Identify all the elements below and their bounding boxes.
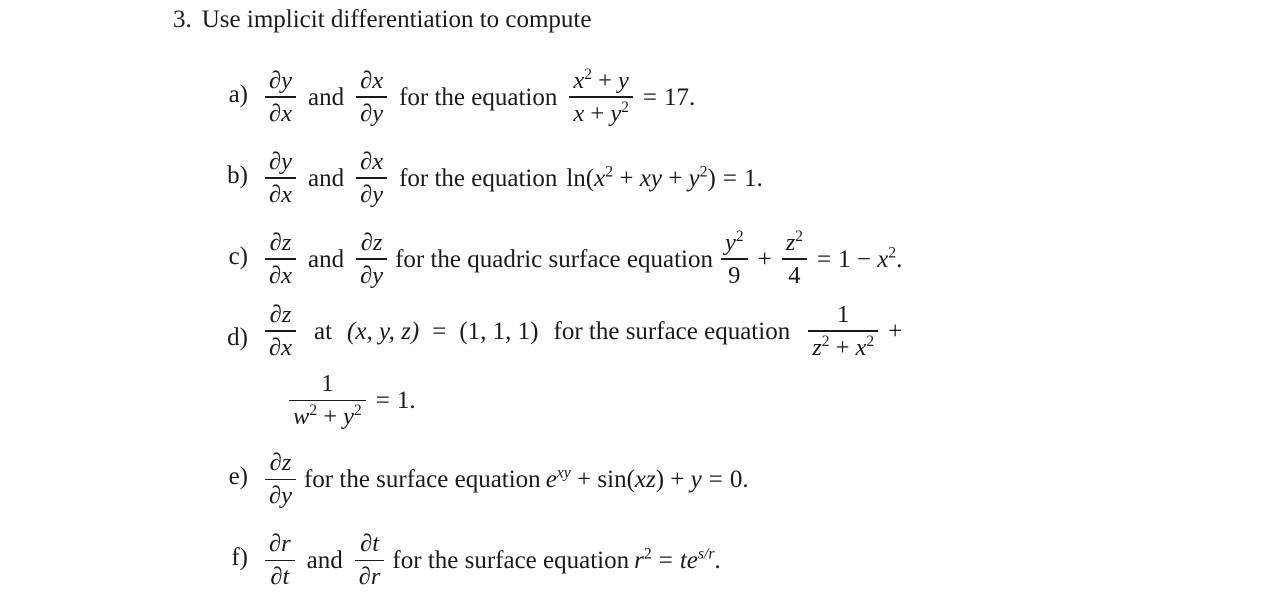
fraction-bar xyxy=(289,399,366,402)
fraction-numerator: x2 + y xyxy=(573,65,629,94)
fraction-bar xyxy=(265,330,296,333)
part-body-a: ∂y ∂x and ∂x ∂y for the equation x2 + y … xyxy=(262,58,1284,136)
fraction-denominator: w2 + y2 xyxy=(293,402,362,431)
fraction-bar xyxy=(354,559,385,562)
connector-at: at xyxy=(313,317,333,345)
fraction-denominator: x + y2 xyxy=(573,98,629,127)
equation-lhs-b: ln(x2 + xy + y2) xyxy=(566,163,716,192)
part-d-continuation-line: 1 w2 + y2 = 1. xyxy=(262,363,1284,437)
problem-heading: 3. Use implicit differentiation to comput… xyxy=(173,6,591,35)
point-value: (1, 1, 1) xyxy=(459,317,539,345)
plus-sign: + xyxy=(888,317,903,345)
connector-for-the-surface-equation: for the surface equation xyxy=(303,465,541,493)
problem-part-c: c) ∂z ∂x and ∂z ∂y for the quadric surfa… xyxy=(0,220,1284,298)
problem-statement: Use implicit differentiation to compute xyxy=(201,6,592,33)
fraction-numerator: y2 xyxy=(725,227,744,256)
problem-part-d: d) ∂z ∂x at (x, y, z) = (1, 1, 1) for th… xyxy=(0,301,1284,437)
part-body-d: ∂z ∂x at (x, y, z) = (1, 1, 1) for the s… xyxy=(262,301,1284,437)
fraction-denominator: 9 xyxy=(728,261,741,289)
fraction-bar xyxy=(356,258,388,260)
fraction-numerator: 1 xyxy=(321,370,334,398)
equation-rhs-a: 17. xyxy=(664,83,696,111)
part-label-b: b) xyxy=(227,162,248,189)
equals-sign: = xyxy=(722,164,737,192)
fraction-bar xyxy=(265,177,296,179)
connector-and: and xyxy=(307,164,345,192)
fraction-numerator: z2 xyxy=(785,227,803,256)
fraction-bar xyxy=(808,330,879,333)
derivative-dz-dy: ∂z ∂y xyxy=(356,229,388,289)
part-label-c: c) xyxy=(228,243,248,270)
problem-part-e: e) ∂z ∂y for the surface equation exy + … xyxy=(0,440,1284,518)
connector-and: and xyxy=(307,83,345,111)
part-label-d: d) xyxy=(227,324,248,351)
plus-sign: + xyxy=(757,245,772,273)
part-label-e: e) xyxy=(228,463,248,491)
fraction-bar xyxy=(265,478,296,481)
equation-fraction-a: x2 + y x + y2 xyxy=(569,65,633,127)
connector-for-the-quadric-surface-equation: for the quadric surface equation xyxy=(395,245,713,273)
problem-parts-list: a) ∂y ∂x and ∂x ∂y for the equation x2 +… xyxy=(0,58,1284,602)
connector-for-the-equation: for the equation xyxy=(399,83,558,111)
fraction-bar xyxy=(781,258,807,260)
equals-sign: = xyxy=(816,245,832,273)
problem-part-f: f) ∂r ∂t and ∂t ∂r for the surface equat… xyxy=(0,521,1284,599)
fraction-bar xyxy=(356,96,388,98)
part-label-a: a) xyxy=(228,81,248,108)
equation-term-z2-over-4: z2 4 xyxy=(781,227,807,289)
fraction-denominator: 4 xyxy=(788,261,801,289)
equation-term-1-over-z2-plus-x2: 1 z2 + x2 xyxy=(808,301,879,362)
problem-number: 3. xyxy=(173,6,192,33)
derivative-dr-dt: ∂r ∂t xyxy=(265,530,295,590)
equals-sign: = xyxy=(432,317,447,345)
connector-for-the-equation: for the equation xyxy=(399,164,558,192)
connector-and: and xyxy=(306,546,343,574)
point-variables: (x, y, z) xyxy=(347,317,420,345)
equation-term-1-over-w2-plus-y2: 1 w2 + y2 xyxy=(289,370,366,430)
equation-rhs-d: 1. xyxy=(396,386,416,414)
part-body-c: ∂z ∂x and ∂z ∂y for the quadric surface … xyxy=(262,220,1284,298)
fraction-bar xyxy=(721,258,748,260)
problem-part-b: b) ∂y ∂x and ∂x ∂y for the equation ln(x… xyxy=(0,139,1284,217)
equals-sign: = xyxy=(708,465,723,493)
equation-lhs-e: exy + sin(xz) + y xyxy=(545,464,702,493)
equation-rhs-f: tes/r. xyxy=(679,545,721,574)
problem-part-a: a) ∂y ∂x and ∂x ∂y for the equation x2 +… xyxy=(0,58,1284,136)
derivative-dy-dx: ∂y ∂x xyxy=(265,148,296,208)
equals-sign: = xyxy=(642,83,658,111)
equation-term-y2-over-9: y2 9 xyxy=(721,227,748,289)
connector-and: and xyxy=(307,245,345,273)
part-body-f: ∂r ∂t and ∂t ∂r for the surface equation… xyxy=(262,521,1284,599)
equation-lhs-f: r2 xyxy=(634,545,652,574)
equals-sign: = xyxy=(658,546,673,574)
fraction-bar xyxy=(265,559,295,562)
fraction-bar xyxy=(569,96,633,98)
derivative-dy-dx: ∂y ∂x xyxy=(265,67,296,127)
fraction-bar xyxy=(265,258,296,260)
fraction-denominator: z2 + x2 xyxy=(812,332,875,362)
equation-rhs-e: 0. xyxy=(729,465,749,493)
derivative-dz-dx: ∂z ∂x xyxy=(265,301,296,361)
part-body-e: ∂z ∂y for the surface equation exy + sin… xyxy=(262,440,1284,518)
document-page: 3. Use implicit differentiation to comput… xyxy=(0,0,1284,615)
fraction-bar xyxy=(265,96,296,98)
part-label-f: f) xyxy=(231,544,248,572)
equals-sign: = xyxy=(375,386,390,414)
derivative-dz-dy: ∂z ∂y xyxy=(265,449,296,509)
fraction-bar xyxy=(356,177,388,179)
part-body-b: ∂y ∂x and ∂x ∂y for the equation ln(x2 +… xyxy=(262,139,1284,217)
equation-rhs-c: 1 − x2. xyxy=(838,244,903,273)
derivative-dt-dr: ∂t ∂r xyxy=(354,530,385,590)
derivative-dx-dy: ∂x ∂y xyxy=(356,67,388,127)
derivative-dz-dx: ∂z ∂x xyxy=(265,229,296,289)
derivative-dx-dy: ∂x ∂y xyxy=(356,148,388,208)
connector-for-the-surface-equation: for the surface equation xyxy=(392,546,630,574)
fraction-numerator: 1 xyxy=(837,301,850,328)
equation-rhs-b: 1. xyxy=(743,164,763,192)
connector-for-the-surface-equation: for the surface equation xyxy=(553,317,791,345)
